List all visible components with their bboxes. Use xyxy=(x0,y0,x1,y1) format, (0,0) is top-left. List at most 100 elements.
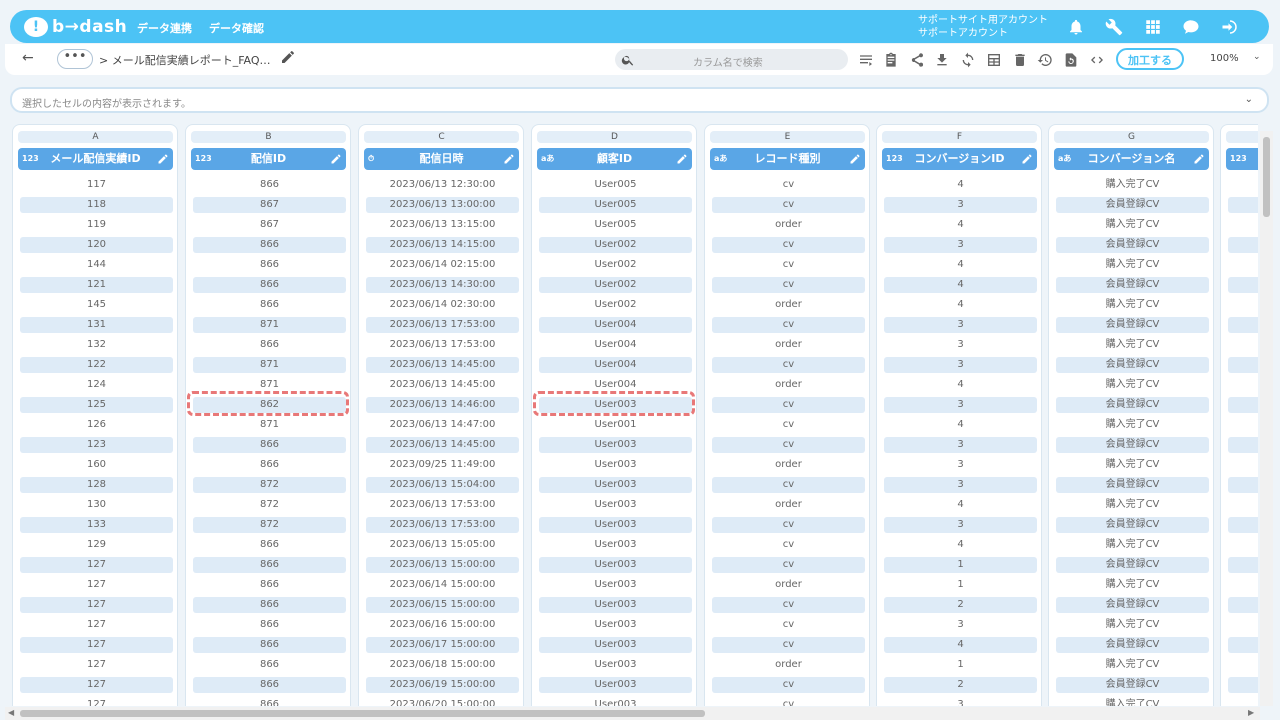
table-cell[interactable]: 127 xyxy=(20,577,173,593)
table-cell[interactable] xyxy=(1228,297,1258,313)
column-header[interactable]: 123 xyxy=(1226,148,1258,170)
vertical-scroll-thumb[interactable] xyxy=(1263,137,1270,217)
column-header[interactable]: 123 メール配信実績ID xyxy=(18,148,173,170)
table-cell[interactable] xyxy=(1228,677,1258,693)
table-cell[interactable]: 2023/06/14 02:30:00 xyxy=(366,297,519,313)
trash-icon[interactable] xyxy=(1010,50,1030,70)
column-header[interactable]: aあ コンバージョン名 xyxy=(1054,148,1209,170)
table-cell[interactable]: cv xyxy=(712,557,865,573)
bell-icon[interactable] xyxy=(1065,17,1087,37)
table-cell[interactable]: 3 xyxy=(884,237,1037,253)
table-cell[interactable]: 126 xyxy=(20,417,173,433)
table-cell[interactable]: User003 xyxy=(539,577,692,593)
table-cell[interactable]: 購入完了CV xyxy=(1056,177,1209,193)
table-cell[interactable]: 会員登録CV xyxy=(1056,557,1209,573)
table-cell[interactable] xyxy=(1228,317,1258,333)
table-cell[interactable] xyxy=(1228,257,1258,273)
table-cell[interactable]: User002 xyxy=(539,257,692,273)
vertical-scrollbar[interactable] xyxy=(1260,131,1273,706)
table-cell[interactable]: 3 xyxy=(884,317,1037,333)
table-cell[interactable]: 1 xyxy=(884,577,1037,593)
table-cell[interactable]: 871 xyxy=(193,317,346,333)
scroll-right-arrow-icon[interactable]: ▶ xyxy=(1248,708,1254,717)
column-letter[interactable]: B xyxy=(191,131,346,143)
account-info[interactable]: サポートサイト用アカウント サポートアカウント xyxy=(918,14,1048,40)
table-cell[interactable]: 3 xyxy=(884,617,1037,633)
table-cell[interactable]: 866 xyxy=(193,257,346,273)
table-cell[interactable]: 購入完了CV xyxy=(1056,537,1209,553)
table-cell[interactable]: 3 xyxy=(884,397,1037,413)
table-cell[interactable]: User003 xyxy=(539,437,692,453)
column-header[interactable]: 123 コンバージョンID xyxy=(882,148,1037,170)
table-cell[interactable]: order xyxy=(712,377,865,393)
table-cell[interactable]: 130 xyxy=(20,497,173,513)
table-cell[interactable]: 4 xyxy=(884,297,1037,313)
table-cell[interactable]: cv xyxy=(712,437,865,453)
table-cell[interactable]: 会員登録CV xyxy=(1056,597,1209,613)
table-cell[interactable]: 866 xyxy=(193,597,346,613)
table-cell[interactable]: User003 xyxy=(539,557,692,573)
table-cell[interactable]: 867 xyxy=(193,197,346,213)
table-cell[interactable]: 2023/06/16 15:00:00 xyxy=(366,617,519,633)
table-cell[interactable] xyxy=(1228,657,1258,673)
table-cell[interactable]: cv xyxy=(712,617,865,633)
table-cell[interactable]: 3 xyxy=(884,477,1037,493)
table-cell[interactable]: 133 xyxy=(20,517,173,533)
table-cell[interactable]: User004 xyxy=(539,357,692,373)
table-cell[interactable]: User003 xyxy=(539,637,692,653)
table-cell[interactable]: 866 xyxy=(193,297,346,313)
table-cell[interactable]: User003 xyxy=(539,697,692,706)
column-letter[interactable] xyxy=(1226,131,1258,143)
table-cell[interactable]: 2023/06/14 02:15:00 xyxy=(366,257,519,273)
table-cell[interactable] xyxy=(1228,237,1258,253)
table-cell[interactable]: order xyxy=(712,497,865,513)
table-cell[interactable]: User004 xyxy=(539,317,692,333)
table-cell[interactable]: 会員登録CV xyxy=(1056,197,1209,213)
table-cell[interactable]: 127 xyxy=(20,617,173,633)
table-cell[interactable]: order xyxy=(712,297,865,313)
table-cell[interactable] xyxy=(1228,377,1258,393)
table-cell[interactable]: User005 xyxy=(539,197,692,213)
table-cell[interactable]: 872 xyxy=(193,517,346,533)
table-cell[interactable]: User002 xyxy=(539,297,692,313)
table-cell[interactable]: User002 xyxy=(539,237,692,253)
table-cell[interactable]: 会員登録CV xyxy=(1056,277,1209,293)
sync-icon[interactable] xyxy=(958,50,978,70)
table-cell[interactable] xyxy=(1228,537,1258,553)
table-cell[interactable]: 2023/09/25 11:49:00 xyxy=(366,457,519,473)
table-cell[interactable]: 872 xyxy=(193,497,346,513)
table-cell[interactable]: cv xyxy=(712,197,865,213)
table-cell[interactable]: 123 xyxy=(20,437,173,453)
table-cell[interactable]: 124 xyxy=(20,377,173,393)
table-cell[interactable]: 2023/06/20 15:00:00 xyxy=(366,697,519,706)
table-cell[interactable] xyxy=(1228,617,1258,633)
table-cell[interactable]: 2023/06/13 17:53:00 xyxy=(366,497,519,513)
table-cell[interactable] xyxy=(1228,217,1258,233)
table-cell[interactable]: 2023/06/19 15:00:00 xyxy=(366,677,519,693)
clipboard-icon[interactable] xyxy=(881,50,901,70)
table-cell[interactable]: 122 xyxy=(20,357,173,373)
table-cell[interactable]: cv xyxy=(712,697,865,706)
expand-chevron-icon[interactable]: ⌄ xyxy=(1245,94,1253,105)
table-cell[interactable]: 2023/06/13 15:00:00 xyxy=(366,557,519,573)
column-header[interactable]: 123 配信ID xyxy=(191,148,346,170)
table-cell[interactable]: 3 xyxy=(884,517,1037,533)
column-letter[interactable]: D xyxy=(537,131,692,143)
table-cell[interactable]: 2023/06/13 13:15:00 xyxy=(366,217,519,233)
table-cell[interactable] xyxy=(1228,577,1258,593)
table-cell[interactable]: 866 xyxy=(193,237,346,253)
table-cell[interactable]: 2023/06/13 17:53:00 xyxy=(366,517,519,533)
table-cell[interactable]: 132 xyxy=(20,337,173,353)
logo[interactable]: ! b→dash xyxy=(24,16,127,38)
table-cell[interactable]: order xyxy=(712,457,865,473)
table-cell[interactable] xyxy=(1228,517,1258,533)
table-cell[interactable]: cv xyxy=(712,417,865,433)
table-cell[interactable]: order xyxy=(712,217,865,233)
table-cell[interactable]: cv xyxy=(712,397,865,413)
table-cell[interactable]: 購入完了CV xyxy=(1056,377,1209,393)
column-header[interactable]: ⏱ 配信日時 xyxy=(364,148,519,170)
table-cell[interactable]: 4 xyxy=(884,417,1037,433)
table-cell[interactable]: 866 xyxy=(193,617,346,633)
table-cell[interactable]: 866 xyxy=(193,657,346,673)
table-cell[interactable]: 871 xyxy=(193,417,346,433)
